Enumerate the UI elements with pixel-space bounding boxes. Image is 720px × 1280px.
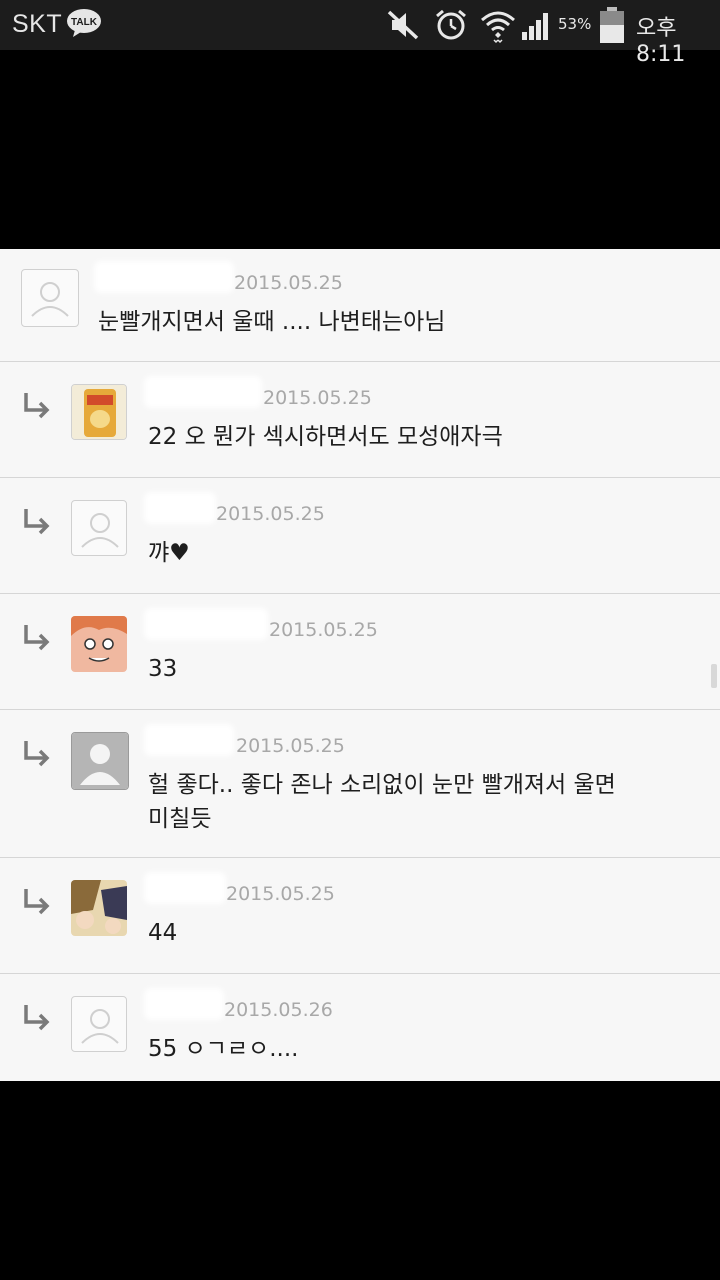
comment-text: 55 ㅇㄱㄹㅇ....: [148, 1036, 299, 1062]
battery-percent: 53%: [558, 15, 592, 33]
comment-item[interactable]: 2015.05.25 눈빨개지면서 울때 .... 나변태는아님: [0, 249, 720, 362]
reply-item[interactable]: 2015.05.25 44: [0, 858, 720, 974]
talk-badge-text: TALK: [71, 17, 98, 28]
comment-date: 2015.05.25: [263, 387, 372, 409]
reply-arrow-icon: [24, 625, 50, 651]
username-redacted: [148, 992, 220, 1016]
default-avatar-icon[interactable]: [21, 269, 79, 327]
status-bar: SKT TALK 53% 오후 8:11: [0, 0, 720, 67]
wifi-icon: [481, 11, 515, 44]
gray-silhouette-avatar[interactable]: [71, 732, 129, 790]
comment-date: 2015.05.25: [269, 619, 378, 641]
comment-text: 꺄♥: [148, 540, 190, 566]
comment-text-line2: 미칠듯: [148, 806, 212, 832]
reply-arrow-icon: [24, 393, 50, 419]
comment-text: 눈빨개지면서 울때 .... 나변태는아님: [98, 309, 446, 335]
comment-date: 2015.05.26: [224, 999, 333, 1021]
username-redacted: [148, 876, 222, 900]
reply-item[interactable]: 2015.05.25 헐 좋다.. 좋다 존나 소리없이 눈만 빨개져서 울면 …: [0, 710, 720, 858]
reply-arrow-icon: [24, 889, 50, 915]
username-redacted: [148, 380, 258, 404]
reply-item[interactable]: 2015.05.25 22 오 뭔가 섹시하면서도 모성애자극: [0, 362, 720, 478]
username-redacted: [148, 612, 264, 636]
comment-date: 2015.05.25: [216, 503, 325, 525]
anime-characters-avatar[interactable]: [71, 880, 127, 936]
default-avatar-icon[interactable]: [71, 500, 127, 556]
mute-icon: [387, 10, 419, 40]
comment-text: 22 오 뭔가 섹시하면서도 모성애자극: [148, 424, 503, 450]
comment-text: 44: [148, 920, 178, 946]
comment-date: 2015.05.25: [236, 735, 345, 757]
username-redacted: [148, 728, 230, 752]
username-redacted: [98, 265, 230, 289]
comment-list[interactable]: 2015.05.25 눈빨개지면서 울때 .... 나변태는아님 2015.05…: [0, 249, 720, 1081]
battery-icon: [600, 7, 624, 43]
comment-date: 2015.05.25: [234, 272, 343, 294]
reply-arrow-icon: [24, 741, 50, 767]
carrier-label: SKT: [12, 10, 63, 38]
comment-date: 2015.05.25: [226, 883, 335, 905]
reply-arrow-icon: [24, 1005, 50, 1031]
reply-arrow-icon: [24, 509, 50, 535]
username-redacted: [148, 496, 212, 520]
comment-text: 헐 좋다.. 좋다 존나 소리없이 눈만 빨개져서 울면: [148, 772, 616, 798]
scrollbar[interactable]: [711, 664, 717, 688]
reply-item[interactable]: 2015.05.25 33: [0, 594, 720, 710]
reply-item[interactable]: 2015.05.26 55 ㅇㄱㄹㅇ....: [0, 974, 720, 1081]
default-avatar-icon[interactable]: [71, 996, 127, 1052]
signal-icon: [522, 13, 548, 40]
alarm-icon: [436, 9, 466, 40]
clock: 오후 8:11: [636, 16, 686, 67]
snack-bag-avatar[interactable]: [71, 384, 127, 440]
kakaotalk-icon: TALK: [67, 9, 101, 37]
comment-text: 33: [148, 656, 178, 682]
anime-face-avatar[interactable]: [71, 616, 127, 672]
reply-item[interactable]: 2015.05.25 꺄♥: [0, 478, 720, 594]
